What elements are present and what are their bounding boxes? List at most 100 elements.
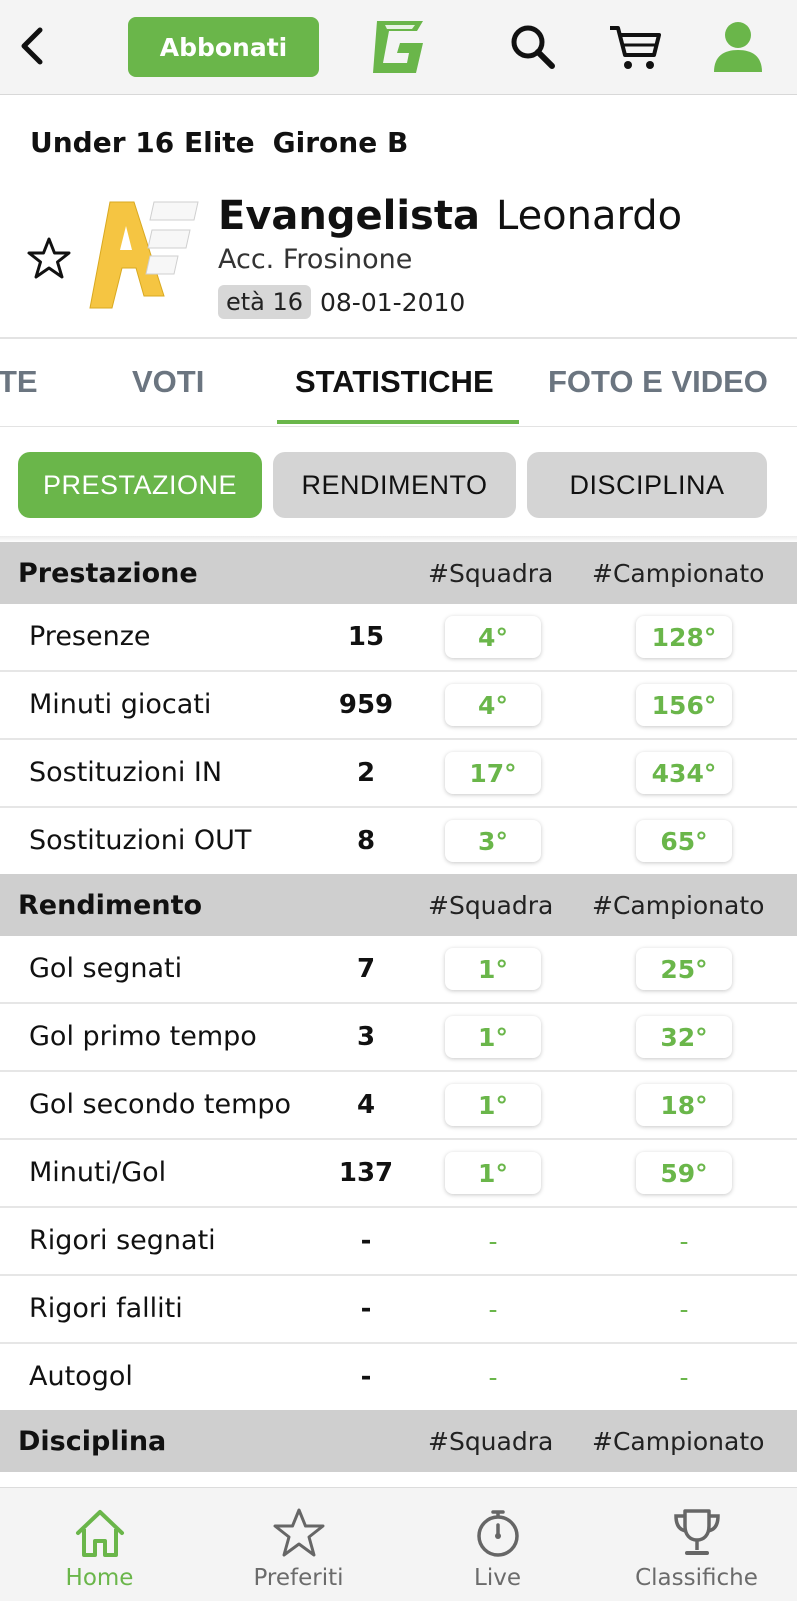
stat-label: Presenze — [29, 621, 151, 652]
league-name: Under 16 Elite — [30, 126, 255, 159]
team-rank-badge: 4° — [445, 684, 541, 726]
table-row: Gol primo tempo 3 1° 32° — [0, 1004, 797, 1072]
team-name[interactable]: Acc. Frosinone — [218, 244, 412, 275]
top-bar: Abbonati — [0, 0, 797, 95]
stat-value: 2 — [356, 758, 376, 788]
stat-value: - — [360, 1294, 372, 1324]
stat-value: - — [360, 1226, 372, 1256]
app-logo[interactable] — [367, 15, 429, 79]
section-header-disciplina: Disciplina #Squadra #Campionato — [0, 1410, 797, 1472]
column-header-campionato: #Campionato — [592, 559, 765, 588]
tab-statistiche[interactable]: STATISTICHE — [295, 364, 494, 400]
player-firstname: Leonardo — [495, 193, 683, 239]
table-row: Sostituzioni IN 2 17° 434° — [0, 740, 797, 808]
column-header-campionato: #Campionato — [592, 1427, 765, 1456]
league-rank-badge: 434° — [636, 752, 732, 794]
active-tab-indicator — [277, 420, 519, 424]
stat-value: 137 — [338, 1158, 394, 1188]
home-icon — [75, 1510, 124, 1557]
section-title: Rendimento — [18, 890, 203, 921]
stat-label: Autogol — [29, 1361, 133, 1392]
team-rank-badge: 1° — [445, 1016, 541, 1058]
league-rank-badge: 65° — [636, 820, 732, 862]
trophy-icon — [673, 1509, 720, 1555]
league-rank-badge: 156° — [636, 684, 732, 726]
team-rank-badge: - — [445, 1356, 541, 1398]
team-rank-badge: - — [445, 1220, 541, 1262]
tab-foto-video[interactable]: FOTO E VIDEO — [548, 364, 768, 400]
nav-label: Live — [474, 1565, 521, 1591]
stat-value: - — [360, 1362, 372, 1392]
divider — [0, 337, 797, 339]
segment-rendimento[interactable]: RENDIMENTO — [273, 452, 516, 518]
column-header-squadra: #Squadra — [428, 891, 554, 920]
stat-label: Minuti/Gol — [29, 1157, 167, 1188]
nav-label: Preferiti — [253, 1565, 344, 1591]
table-row: Gol secondo tempo 4 1° 18° — [0, 1072, 797, 1140]
chevron-left-icon — [21, 27, 43, 65]
team-rank-badge: 1° — [445, 1152, 541, 1194]
league-title: Under 16 Elite Girone B — [30, 126, 408, 159]
section-title: Prestazione — [18, 558, 198, 589]
stat-label: Sostituzioni OUT — [29, 825, 252, 856]
section-title: Disciplina — [18, 1426, 167, 1457]
section-header-rendimento: Rendimento #Squadra #Campionato — [0, 874, 797, 936]
stats-table: Prestazione #Squadra #Campionato Presenz… — [0, 542, 797, 1472]
back-button[interactable] — [14, 24, 54, 68]
stat-value: 3 — [356, 1022, 376, 1052]
player-name: Evangelista Leonardo — [218, 193, 682, 239]
tab-bar: TE VOTI STATISTICHE FOTO E VIDEO — [0, 340, 797, 427]
table-row: Sostituzioni OUT 8 3° 65° — [0, 808, 797, 874]
account-button[interactable] — [712, 20, 764, 74]
stat-value: 8 — [356, 826, 376, 856]
column-header-campionato: #Campionato — [592, 891, 765, 920]
nav-home[interactable]: Home — [0, 1488, 199, 1601]
team-rank-badge: 1° — [445, 948, 541, 990]
stat-label: Minuti giocati — [29, 689, 212, 720]
tab-partite[interactable]: TE — [0, 364, 38, 400]
favorite-button[interactable] — [26, 236, 72, 282]
stat-label: Rigori segnati — [29, 1225, 216, 1256]
league-rank-badge: 32° — [636, 1016, 732, 1058]
table-row: Gol segnati 7 1° 25° — [0, 936, 797, 1004]
age-badge: età 16 — [218, 285, 312, 319]
stat-label: Rigori falliti — [29, 1293, 183, 1324]
nav-classifiche[interactable]: Classifiche — [597, 1488, 796, 1601]
section-header-prestazione: Prestazione #Squadra #Campionato — [0, 542, 797, 604]
league-rank-badge: 25° — [636, 948, 732, 990]
column-header-squadra: #Squadra — [428, 1427, 554, 1456]
table-row: Rigori segnati - - - — [0, 1208, 797, 1276]
stat-label: Gol primo tempo — [29, 1021, 257, 1052]
nav-label: Classifiche — [635, 1565, 758, 1591]
cart-button[interactable] — [608, 22, 664, 72]
table-row: Minuti/Gol 137 1° 59° — [0, 1140, 797, 1208]
segment-prestazione[interactable]: PRESTAZIONE — [18, 452, 262, 518]
team-rank-badge: - — [445, 1288, 541, 1330]
stat-label: Gol segnati — [29, 953, 183, 984]
segment-disciplina[interactable]: DISCIPLINA — [527, 452, 767, 518]
search-icon — [511, 25, 555, 69]
league-rank-badge: 128° — [636, 616, 732, 658]
nav-live[interactable]: Live — [398, 1488, 597, 1601]
team-rank-badge: 17° — [445, 752, 541, 794]
birthdate: 08-01-2010 — [320, 288, 466, 317]
search-button[interactable] — [508, 22, 558, 72]
league-rank-badge: - — [636, 1220, 732, 1262]
table-row: Presenze 15 4° 128° — [0, 604, 797, 672]
bottom-navigation: Home Preferiti Live Classifiche — [0, 1487, 797, 1601]
table-row: Autogol - - - — [0, 1344, 797, 1410]
cart-icon — [610, 26, 661, 69]
stat-value: 959 — [338, 690, 394, 720]
stat-value: 7 — [356, 954, 376, 984]
logo-icon — [373, 21, 423, 73]
player-surname: Evangelista — [218, 193, 480, 239]
nav-preferiti[interactable]: Preferiti — [199, 1488, 398, 1601]
stat-value: 4 — [356, 1090, 376, 1120]
subscribe-button[interactable]: Abbonati — [128, 17, 319, 77]
stat-label: Gol secondo tempo — [29, 1089, 292, 1120]
league-rank-badge: - — [636, 1288, 732, 1330]
team-rank-badge: 3° — [445, 820, 541, 862]
tab-voti[interactable]: VOTI — [132, 364, 204, 400]
league-rank-badge: 18° — [636, 1084, 732, 1126]
stopwatch-icon — [476, 1510, 519, 1557]
